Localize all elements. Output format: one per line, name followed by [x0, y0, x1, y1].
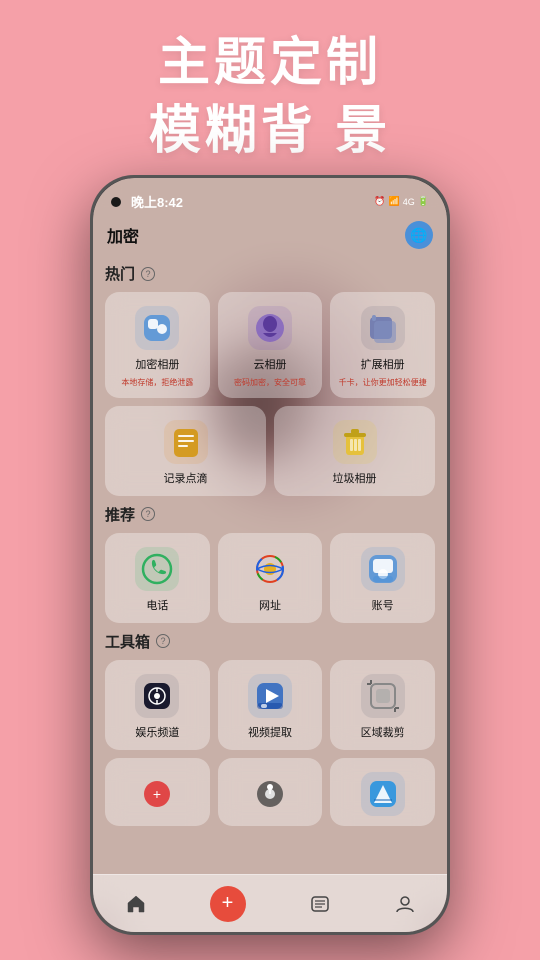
- nav-profile[interactable]: [394, 893, 416, 915]
- app-label-cloud: 云相册: [253, 356, 286, 372]
- hot-apps-grid: 加密相册 本地存储，拒绝泄露 云相册 密码加密，安全可靠: [105, 292, 435, 398]
- app-label-website: 网址: [259, 597, 281, 613]
- app-label-trash: 垃圾相册: [333, 470, 377, 486]
- header-line2: 模糊背 景: [0, 98, 540, 166]
- app-label-encrypted: 加密相册: [135, 356, 179, 372]
- tools-apps-grid: 娱乐频道 视频提取: [105, 660, 435, 750]
- app-icon-trash: [333, 420, 377, 464]
- status-bar: 晚上8:42 ⏰ 📶 4G 🔋: [93, 178, 447, 217]
- app-icon-expand: [361, 306, 405, 350]
- section-header-recommend: 推荐 ?: [105, 504, 435, 525]
- app-icon-video: [248, 674, 292, 718]
- section-header-tools: 工具箱 ?: [105, 631, 435, 652]
- list-icon: [309, 893, 331, 915]
- top-bar-action-icon[interactable]: 🌐: [405, 221, 433, 249]
- help-icon-hot[interactable]: ?: [141, 267, 155, 281]
- bottom-navigation: +: [93, 874, 447, 932]
- nav-add-button[interactable]: +: [210, 886, 246, 922]
- app-account[interactable]: 账号: [330, 533, 435, 623]
- app-label-crop: 区域裁剪: [361, 724, 405, 740]
- app-icon-phone: [135, 547, 179, 591]
- profile-icon: [394, 893, 416, 915]
- nav-home[interactable]: [125, 893, 147, 915]
- section-header-hot: 热门 ?: [105, 263, 435, 284]
- section-title-tools: 工具箱: [105, 631, 150, 652]
- svg-text:+: +: [153, 786, 161, 802]
- app-label-expand: 扩展相册: [361, 356, 405, 372]
- app-icon-website: [248, 547, 292, 591]
- app-phone[interactable]: 电话: [105, 533, 210, 623]
- phone-screen: 晚上8:42 ⏰ 📶 4G 🔋 加密 🌐 热门 ?: [93, 178, 447, 932]
- app-trash-album[interactable]: 垃圾相册: [274, 406, 435, 496]
- app-website[interactable]: 网址: [218, 533, 323, 623]
- phone-mockup: 晚上8:42 ⏰ 📶 4G 🔋 加密 🌐 热门 ?: [90, 175, 450, 935]
- app-icon-more2: [248, 772, 292, 816]
- app-notes[interactable]: 记录点滴: [105, 406, 266, 496]
- app-label-phone: 电话: [146, 597, 168, 613]
- status-time: 晚上8:42: [131, 192, 183, 211]
- app-sublabel-cloud: 密码加密，安全可靠: [234, 378, 306, 388]
- recommend-apps-grid: 电话 网址: [105, 533, 435, 623]
- header-section: 主题定制 模糊背 景: [0, 0, 540, 185]
- app-sublabel-encrypted: 本地存储，拒绝泄露: [121, 378, 193, 388]
- app-encrypted-album[interactable]: 加密相册 本地存储，拒绝泄露: [105, 292, 210, 398]
- app-label-notes: 记录点滴: [164, 470, 208, 486]
- app-icon-more3: [361, 772, 405, 816]
- app-cloud-album[interactable]: 云相册 密码加密，安全可靠: [218, 292, 323, 398]
- app-crop[interactable]: 区域裁剪: [330, 660, 435, 750]
- help-icon-tools[interactable]: ?: [156, 634, 170, 648]
- home-icon: [125, 893, 147, 915]
- section-title-hot: 热门: [105, 263, 135, 284]
- app-entertainment[interactable]: 娱乐频道: [105, 660, 210, 750]
- app-expand-album[interactable]: 扩展相册 千卡，让你更加轻松便捷: [330, 292, 435, 398]
- section-title-recommend: 推荐: [105, 504, 135, 525]
- app-more-1[interactable]: +: [105, 758, 210, 826]
- header-line1: 主题定制: [0, 30, 540, 98]
- app-label-account: 账号: [372, 597, 394, 613]
- app-video-extract[interactable]: 视频提取: [218, 660, 323, 750]
- hot-apps-grid-2: 记录点滴 垃圾相: [105, 406, 435, 496]
- app-more-2[interactable]: [218, 758, 323, 826]
- app-label-entertainment: 娱乐频道: [135, 724, 179, 740]
- app-icon-notes: [164, 420, 208, 464]
- phone-frame: 晚上8:42 ⏰ 📶 4G 🔋 加密 🌐 热门 ?: [90, 175, 450, 935]
- camera-dot: [111, 197, 121, 207]
- app-icon-encrypted: [135, 306, 179, 350]
- app-icon-account: [361, 547, 405, 591]
- help-icon-recommend[interactable]: ?: [141, 507, 155, 521]
- status-icons: ⏰ 📶 4G 🔋: [374, 196, 429, 207]
- content-area[interactable]: 热门 ? 加密相册 本地存储，拒绝泄露: [93, 255, 447, 909]
- top-bar-title: 加密: [107, 223, 139, 247]
- top-bar: 加密 🌐: [93, 217, 447, 255]
- app-label-video: 视频提取: [248, 724, 292, 740]
- nav-list[interactable]: [309, 893, 331, 915]
- more-apps-grid: +: [105, 758, 435, 826]
- app-sublabel-expand: 千卡，让你更加轻松便捷: [339, 378, 427, 388]
- app-icon-cloud: [248, 306, 292, 350]
- app-icon-entertainment: [135, 674, 179, 718]
- app-icon-crop: [361, 674, 405, 718]
- app-icon-more1: +: [135, 772, 179, 816]
- app-more-3[interactable]: [330, 758, 435, 826]
